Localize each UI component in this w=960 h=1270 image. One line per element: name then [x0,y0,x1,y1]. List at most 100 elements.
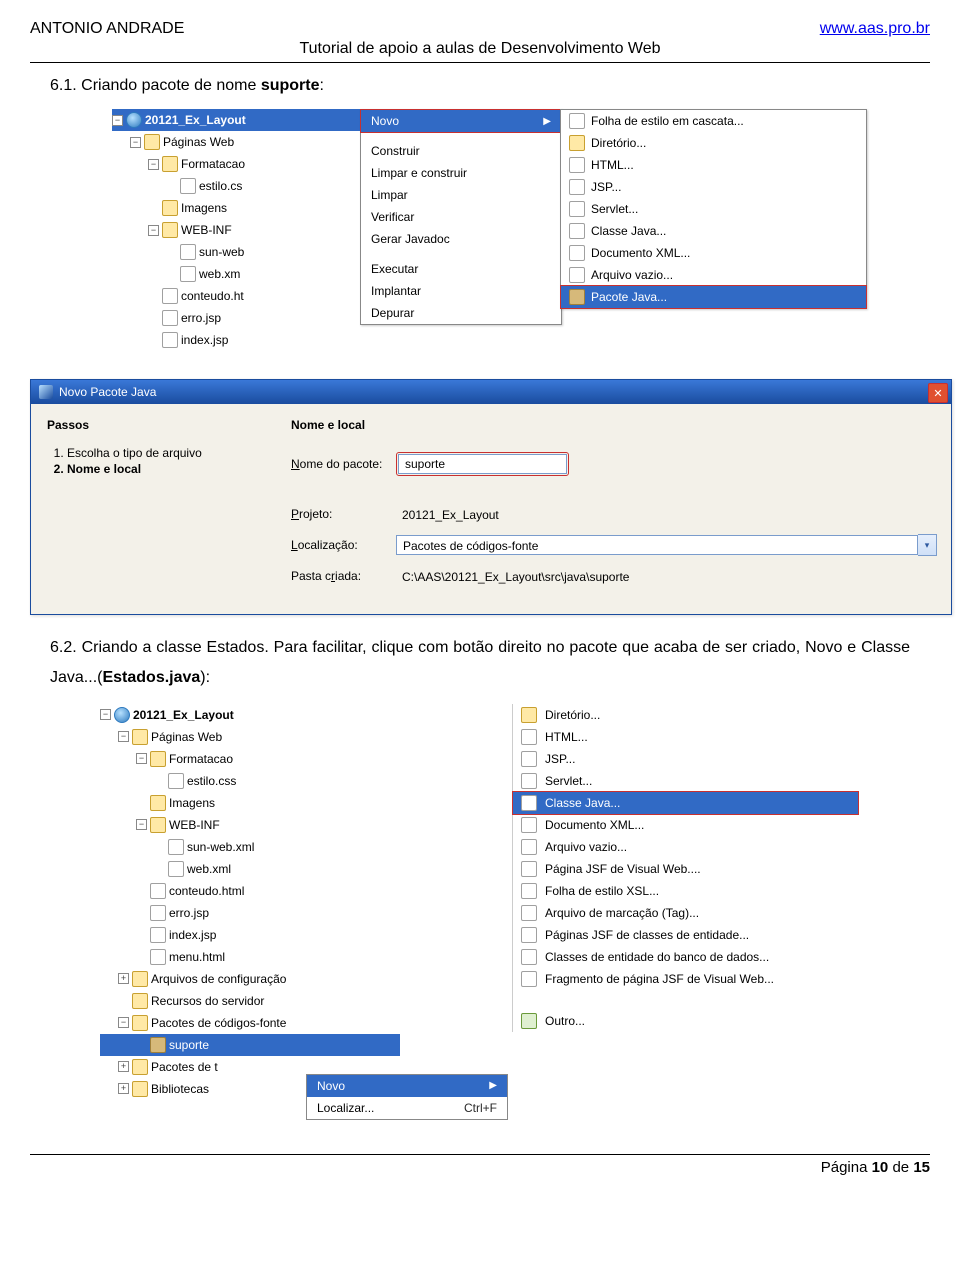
ctx-item[interactable]: Executar [361,258,561,280]
folder-icon [132,1015,148,1031]
file-type-item[interactable]: Arquivo de marcação (Tag)... [513,902,858,924]
file-type-item[interactable]: Servlet... [513,770,858,792]
tree-item[interactable]: −WEB-INF [112,219,372,241]
ctx-item[interactable]: Construir [361,140,561,162]
label-pasta-criada: Pasta criada: [291,569,396,583]
tree-item[interactable]: −WEB-INF [100,814,400,836]
tree-item[interactable]: −Formatacao [112,153,372,175]
label-projeto: Projeto: [291,507,396,521]
tree-item[interactable]: erro.jsp [112,307,372,329]
jsf-pages-icon [521,927,537,943]
tree-item-suporte[interactable]: suporte [100,1034,400,1056]
close-button[interactable]: ✕ [928,383,948,403]
chevron-down-icon[interactable]: ▾ [918,534,937,556]
context-menu-2: Novo ▶ Localizar... Ctrl+F [306,1074,508,1120]
tree-item[interactable]: −Pacotes de códigos-fonte [100,1012,400,1034]
step-1: Escolha o tipo de arquivo [67,446,267,460]
tree-item[interactable]: +Arquivos de configuração [100,968,400,990]
tree-item[interactable]: menu.html [100,946,400,968]
tree-item[interactable]: estilo.css [100,770,400,792]
dialog-titlebar[interactable]: Novo Pacote Java [31,380,951,404]
folder-icon [162,200,178,216]
file-type-item[interactable]: Diretório... [513,704,858,726]
file-type-list: Diretório... HTML... JSP... Servlet... C… [512,704,858,1032]
tree-item[interactable]: −Formatacao [100,748,400,770]
submenu-item[interactable]: Classe Java... [561,220,866,242]
tree-item[interactable]: erro.jsp [100,902,400,924]
ctx-item[interactable]: Implantar [361,280,561,302]
submenu-item[interactable]: JSP... [561,176,866,198]
ctx-item[interactable]: Limpar [361,184,561,206]
file-type-item[interactable]: Folha de estilo XSL... [513,880,858,902]
ctx-item[interactable]: Depurar [361,302,561,324]
chevron-right-icon: ▶ [543,116,551,127]
tree-item[interactable]: sun-web.xml [100,836,400,858]
tree-item[interactable]: estilo.cs [112,175,372,197]
tree-item[interactable]: conteudo.ht [112,285,372,307]
tree-project-root[interactable]: −20121_Ex_Layout [100,704,400,726]
submenu-item[interactable]: HTML... [561,154,866,176]
ctx-item[interactable]: Limpar e construir [361,162,561,184]
tag-icon [521,905,537,921]
tree-item[interactable]: sun-web [112,241,372,263]
tree-item[interactable]: Imagens [112,197,372,219]
submenu-item[interactable]: Arquivo vazio... [561,264,866,286]
tree-item[interactable]: −Páginas Web [112,131,372,153]
file-type-item-outro[interactable]: Outro... [513,1010,858,1032]
file-type-item[interactable]: Documento XML... [513,814,858,836]
submenu-item[interactable]: Folha de estilo em cascata... [561,110,866,132]
folder-icon [150,751,166,767]
header-rule [30,62,930,63]
folder-icon [521,707,537,723]
tree-item[interactable]: Imagens [100,792,400,814]
jsp-icon [150,905,166,921]
tree-item[interactable]: −Páginas Web [100,726,400,748]
ctx-item-novo[interactable]: Novo▶ [360,109,562,133]
chevron-right-icon: ▶ [489,1080,497,1091]
file-type-item-classe-java[interactable]: Classe Java... [512,791,859,815]
tree-item[interactable]: conteudo.html [100,880,400,902]
css-icon [569,113,585,129]
submenu-item[interactable]: Documento XML... [561,242,866,264]
file-type-item[interactable]: Fragmento de página JSF de Visual Web... [513,968,858,990]
file-type-item[interactable]: Páginas JSF de classes de entidade... [513,924,858,946]
ctx2-item-novo[interactable]: Novo ▶ [307,1075,507,1097]
globe-icon [114,707,130,723]
submenu-novo: Folha de estilo em cascata... Diretório.… [560,109,867,309]
file-type-item[interactable]: Classes de entidade do banco de dados... [513,946,858,968]
ctx-item[interactable]: Gerar Javadoc [361,228,561,250]
value-projeto: 20121_Ex_Layout [396,504,937,524]
file-type-item[interactable]: JSP... [513,748,858,770]
file-type-item[interactable]: Arquivo vazio... [513,836,858,858]
ctx2-item-localizar[interactable]: Localizar... Ctrl+F [307,1097,507,1119]
site-url[interactable]: www.aas.pro.br [820,20,930,38]
file-type-item[interactable]: Página JSF de Visual Web.... [513,858,858,880]
input-nome-pacote[interactable] [398,454,567,474]
globe-icon [126,112,142,128]
new-package-dialog: Novo Pacote Java ✕ Passos Escolha o tipo… [30,379,952,615]
tree-item[interactable]: Recursos do servidor [100,990,400,1012]
tree-project-root[interactable]: − 20121_Ex_Layout [112,109,372,131]
step-2: Nome e local [67,462,267,476]
jsf-icon [521,861,537,877]
file-type-item[interactable]: HTML... [513,726,858,748]
xsl-icon [521,883,537,899]
combo-localizacao[interactable]: Pacotes de códigos-fonte [396,535,918,555]
shortcut-label: Ctrl+F [464,1101,497,1115]
value-pasta-criada: C:\AAS\20121_Ex_Layout\src\java\suporte [396,566,937,586]
tree-item[interactable]: web.xm [112,263,372,285]
submenu-item[interactable]: Diretório... [561,132,866,154]
footer-rule [30,1154,930,1155]
tree-item[interactable]: web.xml [100,858,400,880]
file-icon [521,839,537,855]
submenu-item[interactable]: Servlet... [561,198,866,220]
html-icon [150,949,166,965]
tree-item[interactable]: index.jsp [112,329,372,351]
folder-icon [132,1059,148,1075]
tree-item[interactable]: index.jsp [100,924,400,946]
html-icon [150,883,166,899]
submenu-item-pacote-java[interactable]: Pacote Java... [560,285,867,309]
ctx-item[interactable]: Verificar [361,206,561,228]
project-tree: − 20121_Ex_Layout −Páginas Web −Formatac… [112,109,372,351]
html-icon [569,157,585,173]
